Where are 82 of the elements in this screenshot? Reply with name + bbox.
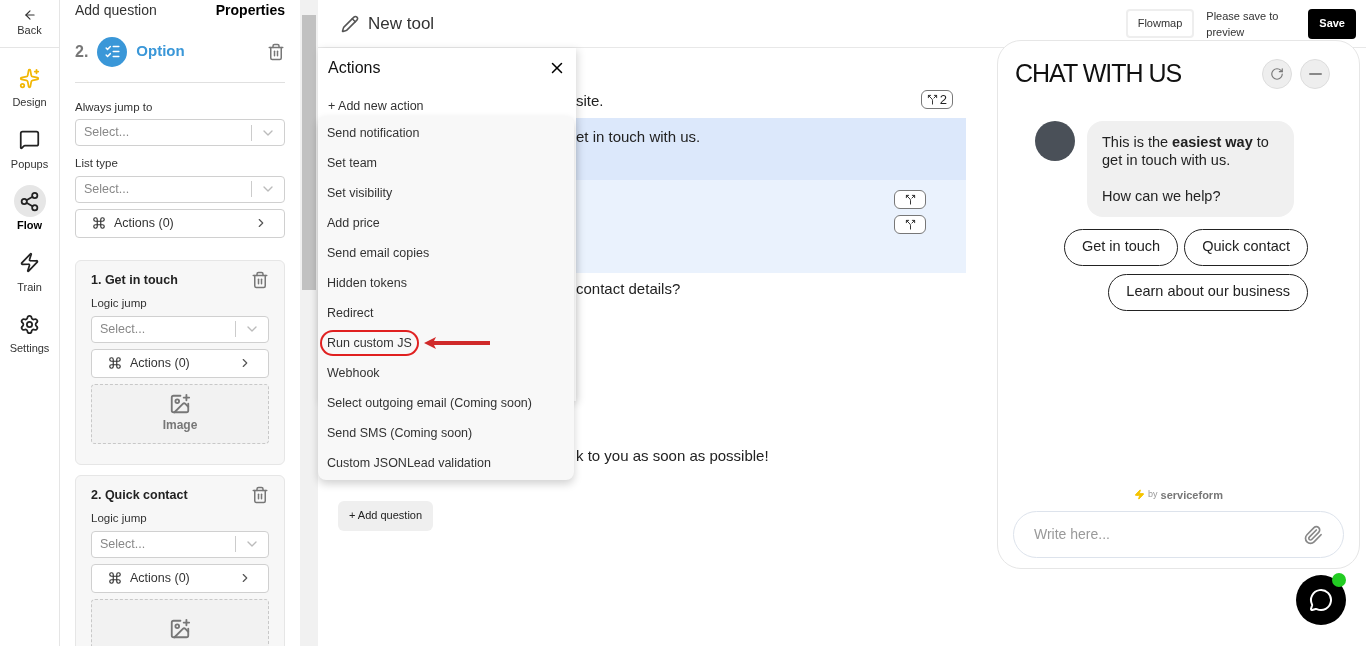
- action-menu-item[interactable]: Hidden tokens: [322, 272, 412, 294]
- branch-count: 2: [939, 90, 947, 109]
- action-menu-item[interactable]: Custom JSONLead validation: [322, 452, 496, 474]
- action-menu-item[interactable]: Redirect: [322, 302, 379, 324]
- actions-button[interactable]: Actions (0): [91, 348, 269, 378]
- nav-item[interactable]: Settings: [9, 308, 50, 357]
- train-icon: [19, 252, 40, 273]
- popups-icon: [19, 129, 40, 150]
- message-input-text[interactable]: Write here...: [1034, 524, 1303, 545]
- chat-message: This is the easiest way to get in touch with us.: [1102, 132, 1270, 169]
- brand-name: serviceform: [1160, 487, 1223, 503]
- action-menu-item[interactable]: Select outgoing email (Coming soon): [322, 392, 537, 414]
- minus-icon: [1308, 72, 1322, 75]
- add-question-button[interactable]: + Add question: [338, 500, 434, 531]
- refresh-icon: [1270, 66, 1284, 81]
- flowmap-button[interactable]: Flowmap: [1125, 9, 1195, 38]
- scrollbar[interactable]: [300, 0, 318, 646]
- annotation-arrow: [422, 336, 492, 350]
- action-menu-item[interactable]: Run custom JS: [322, 332, 417, 354]
- field-label: List type: [75, 156, 119, 172]
- image-upload-icon: [169, 617, 191, 640]
- command-icon: [108, 356, 122, 370]
- option-type-icon: [97, 36, 128, 67]
- powered-by: by: [1148, 488, 1158, 501]
- question-type-title: Option: [136, 41, 186, 62]
- design-icon: [19, 67, 40, 89]
- question-text: et in touch with us.: [576, 126, 702, 147]
- flow-icon: [19, 190, 40, 212]
- field-label: Logic jump: [91, 296, 148, 312]
- add-action-link[interactable]: + Add new action: [328, 97, 424, 116]
- refresh-button[interactable]: [1262, 58, 1292, 89]
- field-label: Always jump to: [75, 100, 154, 115]
- branch-icon: [926, 94, 938, 105]
- panel-tab[interactable]: Add question: [75, 0, 157, 21]
- action-menu-item[interactable]: Add price: [322, 212, 385, 234]
- action-menu-item[interactable]: Send email copies: [322, 242, 435, 264]
- image-upload-area[interactable]: Image: [91, 383, 269, 444]
- select-field[interactable]: Select...: [75, 175, 285, 203]
- back-button[interactable]: Back: [0, 0, 59, 48]
- chat-message: How can we help?: [1102, 186, 1222, 205]
- branch-badge[interactable]: [894, 214, 926, 234]
- tool-title: New tool: [368, 12, 436, 35]
- card-title: 1. Get in touch: [91, 271, 178, 289]
- paperclip-icon[interactable]: [1303, 524, 1323, 545]
- action-menu-item[interactable]: Send SMS (Coming soon): [322, 422, 478, 444]
- branch-badge[interactable]: 2: [920, 90, 953, 109]
- bolt-icon: [1134, 489, 1146, 501]
- chat-title: CHAT WITH US: [1015, 58, 1182, 89]
- command-icon: [108, 571, 122, 585]
- settings-icon: [19, 313, 40, 335]
- trash-icon[interactable]: [267, 42, 285, 61]
- select-field[interactable]: Select...: [91, 530, 269, 558]
- actions-button[interactable]: Actions (0): [75, 208, 285, 238]
- field-label: Logic jump: [91, 511, 148, 527]
- trash-icon[interactable]: [251, 270, 269, 289]
- save-hint: Please save to preview: [1206, 8, 1280, 40]
- card-title: 2. Quick contact: [91, 486, 188, 504]
- chat-bubble-icon: [1309, 588, 1333, 612]
- select-field[interactable]: Select...: [75, 119, 285, 147]
- pencil-icon[interactable]: [341, 14, 359, 33]
- nav-item[interactable]: Train: [13, 246, 46, 295]
- command-icon: [92, 216, 106, 230]
- branch-icon: [904, 218, 916, 230]
- action-menu-item[interactable]: Set visibility: [322, 182, 398, 204]
- save-button[interactable]: Save: [1308, 8, 1356, 39]
- image-label: Image: [162, 417, 198, 434]
- panel-tab[interactable]: Properties: [215, 0, 285, 21]
- question-number: 2.: [75, 41, 89, 62]
- actions-button[interactable]: Actions (0): [91, 563, 269, 593]
- action-menu-item[interactable]: Webhook: [322, 362, 385, 384]
- popup-title: Actions: [328, 58, 381, 78]
- branch-badge[interactable]: [894, 189, 926, 209]
- avatar: [1035, 120, 1075, 161]
- branch-icon: [904, 193, 916, 205]
- minimize-button[interactable]: [1300, 58, 1330, 89]
- chat-launcher-button[interactable]: [1296, 575, 1346, 625]
- select-field[interactable]: Select...: [91, 315, 269, 343]
- trash-icon[interactable]: [251, 485, 269, 504]
- nav-item[interactable]: Popups: [10, 123, 49, 172]
- question-text: site.: [576, 91, 605, 111]
- nav-item[interactable]: Design: [12, 62, 47, 111]
- image-upload-icon: [169, 393, 191, 415]
